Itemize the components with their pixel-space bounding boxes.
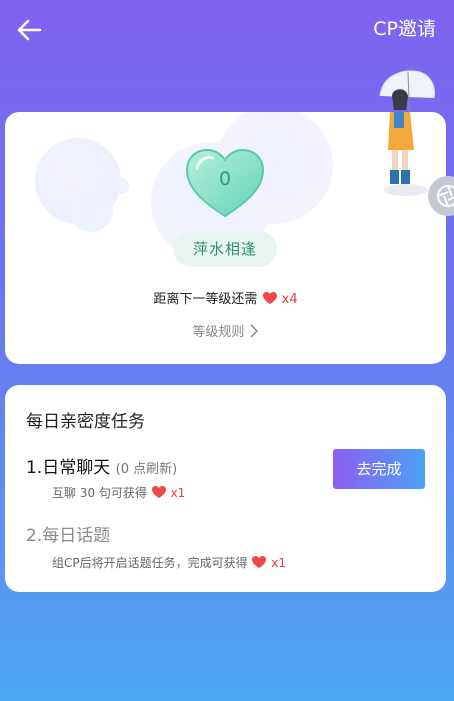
next-level-progress: 距离下一等级还需 x4 — [5, 288, 446, 307]
red-heart-icon — [262, 292, 277, 304]
floating-action-button[interactable] — [428, 176, 454, 216]
progress-text: 距离下一等级还需 — [153, 292, 258, 307]
top-bar: CP邀请 — [0, 0, 454, 60]
shutter-icon — [437, 185, 454, 207]
heart-count: 0 — [218, 168, 232, 190]
back-button[interactable] — [14, 14, 46, 46]
daily-tasks-card: 每日亲密度任务 1.日常聊天 (0 点刷新) 互聊 30 句可获得 x1 去完成… — [5, 385, 446, 592]
progress-multiplier: x4 — [281, 292, 298, 307]
task-topic-reward: x1 — [271, 556, 287, 570]
red-heart-icon — [252, 556, 267, 568]
task-chat-title: 1.日常聊天 (0 点刷新) — [26, 453, 177, 478]
task-chat-reward: x1 — [170, 486, 186, 500]
task-topic-title: 2.每日话题 — [26, 526, 111, 546]
task-chat-name: 1.日常聊天 — [26, 458, 111, 478]
task-topic-desc-text: 组CP后将开启话题任务，完成可获得 — [52, 556, 248, 570]
level-rules-link[interactable]: 等级规则 — [5, 321, 446, 340]
task-chat-desc: 互聊 30 句可获得 x1 — [52, 484, 185, 501]
arrow-left-icon — [17, 19, 42, 41]
chevron-right-icon — [250, 324, 258, 338]
cp-invite-link[interactable]: CP邀请 — [373, 17, 436, 41]
decor-bubble — [69, 188, 113, 232]
rules-label: 等级规则 — [192, 325, 245, 340]
tasks-title: 每日亲密度任务 — [26, 412, 145, 432]
level-name-badge: 萍水相逢 — [173, 231, 277, 267]
go-complete-button[interactable]: 去完成 — [333, 449, 425, 489]
task-chat-desc-text: 互聊 30 句可获得 — [52, 486, 147, 500]
decor-bubble — [113, 178, 129, 194]
intimacy-heart: 0 — [183, 146, 267, 220]
task-chat-refresh-note: (0 点刷新) — [115, 462, 178, 477]
red-heart-icon — [151, 486, 166, 498]
task-topic-desc: 组CP后将开启话题任务，完成可获得 x1 — [52, 554, 286, 571]
